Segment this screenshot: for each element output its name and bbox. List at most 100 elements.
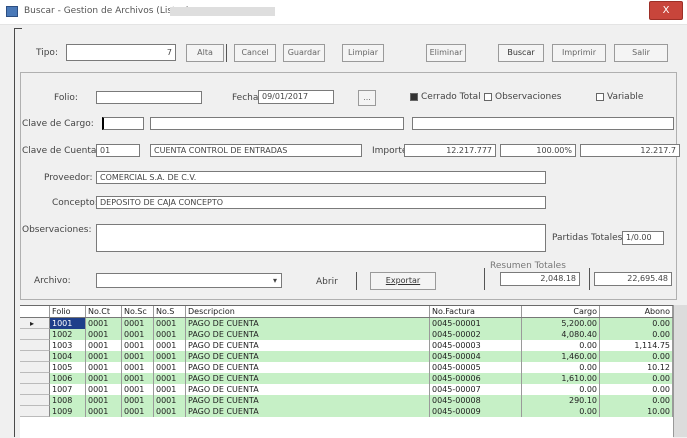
cell[interactable]: 0001: [86, 406, 122, 417]
cell[interactable]: 0.00: [600, 318, 673, 329]
partidas-input[interactable]: 1/0.00: [622, 231, 664, 245]
eliminar-button[interactable]: Eliminar: [426, 44, 466, 62]
observaciones-checkbox[interactable]: [484, 93, 492, 101]
cell[interactable]: 0045-00003: [430, 340, 522, 351]
col-header-abono[interactable]: Abono: [600, 306, 673, 317]
cell[interactable]: 1001: [50, 318, 86, 329]
cell[interactable]: 0001: [122, 329, 154, 340]
cell[interactable]: 0045-00005: [430, 362, 522, 373]
cell[interactable]: 0.00: [600, 395, 673, 406]
clave-cargo-code-input[interactable]: [102, 117, 144, 130]
fecha-picker-button[interactable]: ...: [358, 90, 376, 106]
col-header-folio[interactable]: Folio: [50, 306, 86, 317]
cell[interactable]: 10.00: [600, 406, 673, 417]
cell[interactable]: 0001: [122, 406, 154, 417]
cell[interactable]: 0001: [154, 406, 186, 417]
porcentaje-input[interactable]: 100.00%: [500, 144, 576, 157]
variable-checkbox[interactable]: [596, 93, 604, 101]
guardar-button[interactable]: Guardar: [283, 44, 325, 62]
close-button[interactable]: X: [649, 1, 683, 20]
cell[interactable]: 0045-00001: [430, 318, 522, 329]
concepto-input[interactable]: DEPOSITO DE CAJA CONCEPTO: [96, 196, 546, 209]
table-row[interactable]: 1007 0001 0001 0001 PAGO DE CUENTA 0045-…: [20, 384, 673, 395]
cell[interactable]: PAGO DE CUENTA: [186, 340, 430, 351]
cell[interactable]: 0001: [122, 373, 154, 384]
cell[interactable]: 0045-00004: [430, 351, 522, 362]
cell[interactable]: 0001: [122, 351, 154, 362]
col-header-cargo[interactable]: Cargo: [522, 306, 600, 317]
cell[interactable]: 0001: [154, 351, 186, 362]
cell[interactable]: 0001: [122, 318, 154, 329]
cell[interactable]: 0001: [86, 373, 122, 384]
cell[interactable]: 0.00: [522, 340, 600, 351]
cell[interactable]: 290.10: [522, 395, 600, 406]
table-row[interactable]: ▸ 1001 0001 0001 0001 PAGO DE CUENTA 004…: [20, 318, 673, 329]
cell[interactable]: 10.12: [600, 362, 673, 373]
cell[interactable]: 0001: [86, 329, 122, 340]
cell[interactable]: 0045-00009: [430, 406, 522, 417]
cell[interactable]: 0.00: [600, 351, 673, 362]
cell[interactable]: 1,460.00: [522, 351, 600, 362]
clave-cuenta-code-input[interactable]: 01: [96, 144, 140, 157]
cell[interactable]: 0.00: [600, 373, 673, 384]
cell[interactable]: 0.00: [522, 384, 600, 395]
col-header-factura[interactable]: No.Factura: [430, 306, 522, 317]
cell[interactable]: PAGO DE CUENTA: [186, 384, 430, 395]
cell[interactable]: 0045-00002: [430, 329, 522, 340]
cell[interactable]: 1005: [50, 362, 86, 373]
col-header-descripcion[interactable]: Descripcion: [186, 306, 430, 317]
table-row[interactable]: 1006 0001 0001 0001 PAGO DE CUENTA 0045-…: [20, 373, 673, 384]
data-grid[interactable]: Folio No.Ct No.Sc No.S Descripcion No.Fa…: [20, 305, 673, 438]
cell[interactable]: PAGO DE CUENTA: [186, 406, 430, 417]
cell[interactable]: 0001: [122, 395, 154, 406]
cell[interactable]: 0001: [154, 362, 186, 373]
tipo-input[interactable]: 7: [66, 44, 176, 61]
cell[interactable]: PAGO DE CUENTA: [186, 395, 430, 406]
exportar-button[interactable]: Exportar: [370, 272, 436, 290]
cell[interactable]: 1007: [50, 384, 86, 395]
cell[interactable]: PAGO DE CUENTA: [186, 373, 430, 384]
table-row[interactable]: 1005 0001 0001 0001 PAGO DE CUENTA 0045-…: [20, 362, 673, 373]
importe-input[interactable]: 12.217.777: [404, 144, 496, 157]
cell[interactable]: 0001: [154, 395, 186, 406]
cell[interactable]: 0001: [154, 329, 186, 340]
cell[interactable]: 0.00: [600, 329, 673, 340]
cell[interactable]: 1003: [50, 340, 86, 351]
cell[interactable]: 0045-00007: [430, 384, 522, 395]
archivo-select[interactable]: ▾: [96, 273, 282, 288]
cell[interactable]: 0.00: [600, 384, 673, 395]
cell[interactable]: 0001: [86, 395, 122, 406]
table-row[interactable]: 1008 0001 0001 0001 PAGO DE CUENTA 0045-…: [20, 395, 673, 406]
cancel-button[interactable]: Cancel: [234, 44, 276, 62]
cell[interactable]: 0001: [122, 340, 154, 351]
cell[interactable]: 0001: [154, 373, 186, 384]
cell[interactable]: 0045-00006: [430, 373, 522, 384]
folio-input[interactable]: [96, 91, 202, 104]
cell[interactable]: 1008: [50, 395, 86, 406]
cell[interactable]: 0001: [86, 362, 122, 373]
cell[interactable]: 0001: [154, 318, 186, 329]
col-header-nos[interactable]: No.S: [154, 306, 186, 317]
table-row[interactable]: 1009 0001 0001 0001 PAGO DE CUENTA 0045-…: [20, 406, 673, 417]
cell[interactable]: 0001: [86, 318, 122, 329]
importe-total-input[interactable]: 12.217.7: [580, 144, 680, 157]
buscar-button[interactable]: Buscar: [498, 44, 544, 62]
cell[interactable]: 5,200.00: [522, 318, 600, 329]
cell[interactable]: 0001: [122, 362, 154, 373]
fecha-input[interactable]: 09/01/2017: [258, 90, 334, 104]
cell[interactable]: 0001: [86, 351, 122, 362]
grid-scrollbar[interactable]: [673, 305, 687, 437]
cell[interactable]: 0001: [122, 384, 154, 395]
observaciones-textarea[interactable]: [96, 224, 546, 252]
salir-button[interactable]: Salir: [614, 44, 668, 62]
limpiar-button[interactable]: Limpiar: [342, 44, 384, 62]
cell[interactable]: 0.00: [522, 406, 600, 417]
table-row[interactable]: 1003 0001 0001 0001 PAGO DE CUENTA 0045-…: [20, 340, 673, 351]
col-header-noct[interactable]: No.Ct: [86, 306, 122, 317]
cell[interactable]: 1006: [50, 373, 86, 384]
cell[interactable]: 1004: [50, 351, 86, 362]
abrir-label[interactable]: Abrir: [316, 277, 338, 287]
alta-button[interactable]: Alta: [186, 44, 224, 62]
clave-cargo-extra-input[interactable]: [412, 117, 674, 130]
cell[interactable]: PAGO DE CUENTA: [186, 318, 430, 329]
